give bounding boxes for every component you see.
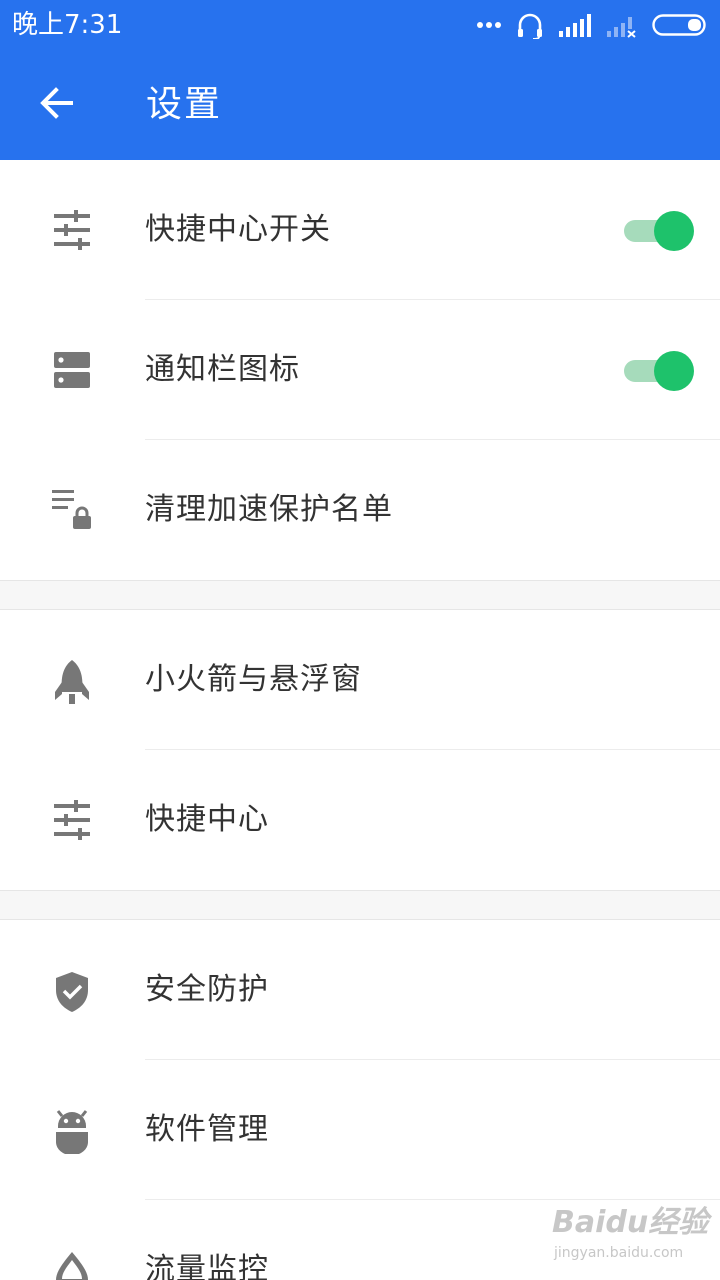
setting-quick-center-switch[interactable]: 快捷中心开关	[0, 160, 720, 300]
shield-check-icon	[52, 970, 92, 1012]
setting-label: 安全防护	[145, 972, 269, 1007]
setting-label: 清理加速保护名单	[145, 492, 393, 527]
android-icon	[52, 1110, 92, 1154]
setting-software-management[interactable]: 软件管理	[0, 1060, 720, 1200]
more-dots-icon	[476, 20, 502, 30]
signal-icon	[558, 13, 592, 37]
sliders-icon	[52, 210, 92, 250]
setting-rocket-floating-window[interactable]: 小火箭与悬浮窗	[0, 610, 720, 750]
battery-icon	[652, 14, 708, 36]
watermark-brand: Baidu经验	[552, 1205, 709, 1240]
arrow-left-icon	[38, 85, 74, 125]
signal-off-icon	[606, 12, 638, 38]
setting-notification-icon[interactable]: 通知栏图标	[0, 300, 720, 440]
list-lock-icon	[52, 490, 92, 530]
drop-icon	[52, 1250, 92, 1280]
quick-center-toggle[interactable]	[624, 211, 694, 251]
setting-security-protection[interactable]: 安全防护	[0, 920, 720, 1060]
toggle-knob	[654, 211, 694, 251]
page-title: 设置	[146, 84, 223, 125]
baidu-watermark: Baidu经验 jingyan.baidu.com	[550, 1200, 710, 1268]
notification-icon-toggle[interactable]	[624, 351, 694, 391]
section-divider	[0, 580, 720, 610]
setting-label: 小火箭与悬浮窗	[145, 662, 362, 697]
sliders-icon	[52, 800, 92, 840]
rocket-icon	[52, 660, 92, 704]
toggle-knob	[654, 351, 694, 391]
status-icons	[476, 10, 708, 40]
app-bar: 设置	[0, 50, 720, 160]
setting-label: 流量监控	[145, 1252, 269, 1280]
server-icon	[52, 350, 92, 390]
setting-label: 软件管理	[145, 1112, 269, 1147]
setting-quick-center[interactable]: 快捷中心	[0, 750, 720, 890]
setting-label: 快捷中心开关	[145, 212, 331, 247]
headset-icon	[516, 11, 544, 39]
section-divider	[0, 890, 720, 920]
back-button[interactable]	[26, 77, 86, 133]
setting-label: 通知栏图标	[145, 352, 300, 387]
setting-label: 快捷中心	[145, 802, 269, 837]
settings-list: 快捷中心开关 通知栏图标 清理加速保护名单 小火箭与悬浮窗 快捷中心 安全防护 …	[0, 160, 720, 1280]
watermark-url: jingyan.baidu.com	[554, 1245, 684, 1261]
setting-cleanup-whitelist[interactable]: 清理加速保护名单	[0, 440, 720, 580]
status-bar: 晚上7:31	[0, 0, 720, 50]
status-time: 晚上7:31	[12, 10, 123, 40]
